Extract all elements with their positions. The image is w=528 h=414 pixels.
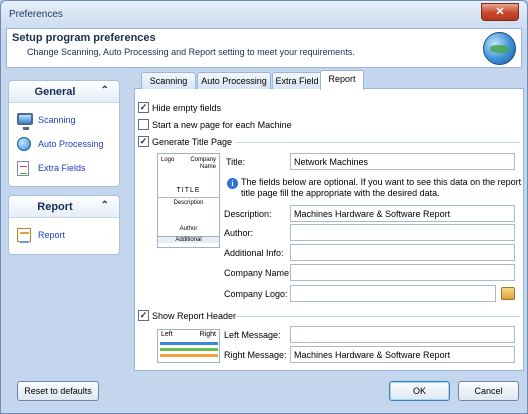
folder-browse-icon[interactable] [501, 287, 515, 300]
left-message-label: Left Message: [224, 330, 281, 340]
generate-title-page-label: Generate Title Page [152, 137, 233, 147]
globe-icon [17, 137, 31, 151]
tab-extra-field[interactable]: Extra Field [272, 72, 322, 89]
preview-title: TITLE [176, 187, 201, 194]
preview-left: Left [161, 331, 173, 338]
new-page-label: Start a new page for each Machine [152, 120, 292, 130]
preview-right: Right [199, 331, 216, 338]
sidebar-item-extra-fields[interactable]: Extra Fields [9, 157, 119, 181]
report-icon [17, 228, 31, 243]
preview-logo: Logo [161, 157, 175, 163]
hide-empty-fields-checkbox[interactable]: ✓ [138, 102, 149, 113]
description-label: Description: [224, 209, 272, 219]
description-field[interactable]: Machines Hardware & Software Report [290, 205, 515, 222]
new-page-checkbox[interactable] [138, 119, 149, 130]
preferences-window: Preferences ✕ Setup program preferences … [0, 0, 528, 414]
sidebar-item-report[interactable]: Report [9, 224, 119, 248]
company-logo-label: Company Logo: [224, 289, 288, 299]
report-settings: ✓ Hide empty fields Start a new page for… [135, 91, 523, 370]
info-text-line2: title page fill the appropriate with the… [241, 188, 440, 198]
hide-empty-fields-label: Hide empty fields [152, 103, 222, 113]
close-button[interactable]: ✕ [481, 3, 519, 21]
preview-company: Company Name [190, 157, 216, 171]
title-label: Title: [226, 157, 246, 167]
info-icon: i [227, 178, 238, 189]
show-report-header-label: Show Report Header [152, 311, 237, 321]
tab-scanning[interactable]: Scanning [141, 72, 196, 89]
window-title: Preferences [9, 9, 63, 20]
info-text-line1: The fields below are optional. If you wa… [241, 177, 522, 187]
preview-company-line2: Name [199, 164, 216, 170]
chevron-up-icon[interactable]: ⌃ [101, 85, 109, 96]
panel-header-report[interactable]: Report ⌃ [9, 196, 119, 218]
preview-rows [160, 342, 218, 360]
sidebar-item-label: Scanning [38, 115, 76, 125]
globe-icon [483, 32, 516, 65]
sidebar-panel-report: Report ⌃ Report [8, 195, 120, 255]
left-message-field[interactable] [290, 326, 515, 343]
preview-additional: Additional [158, 236, 219, 243]
cancel-button[interactable]: Cancel [458, 381, 519, 401]
monitor-icon [17, 113, 33, 130]
company-name-label: Company Name: [224, 268, 292, 278]
title-field[interactable]: Network Machines [290, 153, 515, 170]
preview-author: Author [179, 226, 198, 232]
sidebar-item-scanning[interactable]: Scanning [9, 109, 119, 133]
header-banner: Setup program preferences Change Scannin… [6, 28, 522, 68]
tab-report[interactable]: Report [320, 70, 364, 90]
sidebar-item-label: Auto Processing [38, 139, 104, 149]
tab-auto-processing[interactable]: Auto Processing [197, 72, 271, 89]
preview-company-line1: Company [190, 157, 216, 163]
page-title: Setup program preferences [12, 32, 156, 44]
panel-header-general[interactable]: General ⌃ [9, 81, 119, 103]
title-bar[interactable]: Preferences ✕ [1, 1, 527, 28]
sidebar-panel-general: General ⌃ Scanning Auto Processing Extra… [8, 80, 120, 187]
company-name-field[interactable] [290, 264, 515, 281]
panel-title-general: General [34, 86, 76, 98]
reset-to-defaults-button[interactable]: Reset to defaults [17, 381, 99, 401]
generate-title-page-checkbox[interactable]: ✓ [138, 136, 149, 147]
section-divider [235, 316, 520, 317]
panel-title-report: Report [37, 201, 73, 213]
ok-button[interactable]: OK [389, 381, 450, 401]
right-message-field[interactable]: Machines Hardware & Software Report [290, 346, 515, 363]
document-icon [17, 161, 29, 176]
report-header-preview: Left Right [157, 329, 220, 363]
author-field[interactable] [290, 224, 515, 241]
sidebar-item-label: Report [38, 230, 66, 240]
author-label: Author: [224, 228, 254, 238]
section-divider [235, 142, 520, 143]
sidebar-item-label: Extra Fields [38, 163, 86, 173]
right-message-label: Right Message: [224, 350, 287, 360]
company-logo-field[interactable] [290, 285, 496, 302]
page-subtitle: Change Scanning, Auto Processing and Rep… [27, 47, 355, 57]
sidebar-item-auto-processing[interactable]: Auto Processing [9, 133, 119, 157]
show-report-header-checkbox[interactable]: ✓ [138, 310, 149, 321]
additional-info-label: Additional Info: [224, 248, 284, 258]
preview-description: Description [158, 197, 219, 206]
title-page-preview: Logo Company Name TITLE Description Autho… [157, 153, 220, 248]
additional-info-field[interactable] [290, 244, 515, 261]
chevron-up-icon[interactable]: ⌃ [101, 200, 109, 211]
